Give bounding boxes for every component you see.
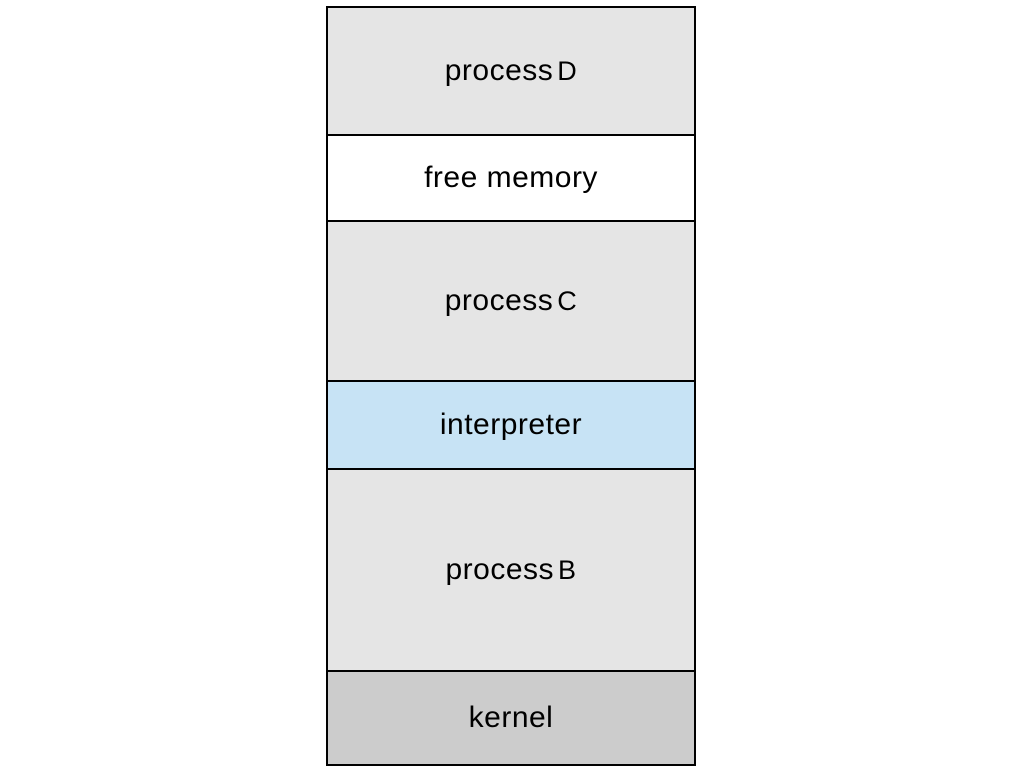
segment-label-letter: D <box>557 56 577 87</box>
segment-label-letter: B <box>558 555 577 586</box>
segment-interpreter: interpreter <box>328 382 694 470</box>
segment-process-c: process C <box>328 222 694 382</box>
memory-layout-diagram: process D free memory process C interpre… <box>326 6 696 766</box>
segment-label-letter: C <box>557 286 577 317</box>
segment-kernel: kernel <box>328 672 694 764</box>
segment-label: interpreter <box>440 408 582 442</box>
segment-label: free memory <box>424 161 598 195</box>
segment-label: process <box>445 54 554 88</box>
segment-process-d: process D <box>328 8 694 136</box>
segment-label: kernel <box>469 701 554 735</box>
segment-process-b: process B <box>328 470 694 672</box>
segment-label: process <box>445 553 554 587</box>
segment-free-memory: free memory <box>328 136 694 222</box>
segment-label: process <box>445 284 554 318</box>
